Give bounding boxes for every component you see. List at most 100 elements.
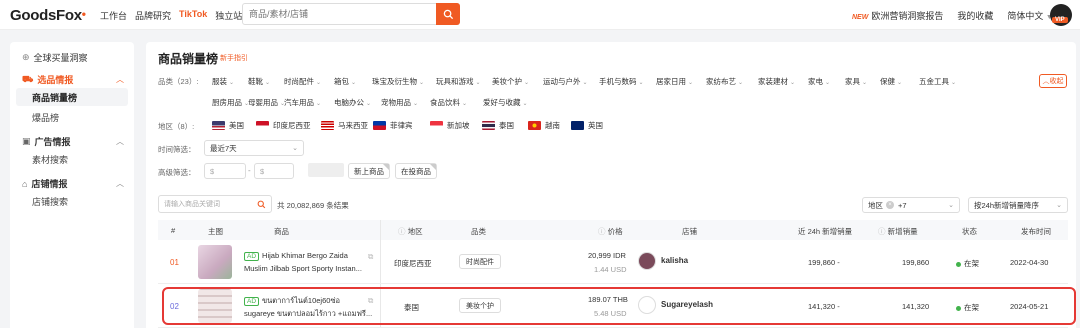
search-button[interactable]	[436, 3, 460, 25]
region-label: 地区（8）:	[158, 122, 195, 131]
sidebar-item-hot-products[interactable]: 爆品榜	[16, 108, 128, 126]
highlight-box	[162, 287, 1076, 325]
region-option[interactable]: 印度尼西亚	[256, 120, 311, 131]
chevron-down-icon: ⌄	[897, 80, 903, 86]
product-image[interactable]	[198, 245, 232, 279]
nav-independent-site[interactable]: 独立站	[215, 9, 242, 22]
category-option[interactable]: 食品饮料 ⌄	[430, 97, 467, 108]
sidebar-item-sales-rank[interactable]: 商品销量榜	[16, 88, 128, 106]
guide-link[interactable]: 新手指引	[220, 53, 248, 63]
chevron-down-icon: ⌄	[475, 80, 481, 86]
sort-select[interactable]: 按24h新增销量降序 ⌄	[968, 197, 1068, 213]
sidebar-section-ads[interactable]: ▣ 广告情报	[22, 135, 71, 148]
region-option[interactable]: 新加坡	[430, 120, 470, 131]
search-input[interactable]	[243, 4, 423, 24]
category-option[interactable]: 保健 ⌄	[880, 76, 902, 87]
advanced-label: 高级筛选：	[158, 168, 196, 177]
category-option[interactable]: 家具 ⌄	[845, 76, 867, 87]
category-option[interactable]: 玩具和游戏 ⌄	[436, 76, 481, 87]
sidebar-section-product[interactable]: ⛟ 选品情报	[22, 73, 73, 86]
sidebar: ⊕ 全球买量洞察 ⛟ 选品情报 ︿ 商品销量榜 爆品榜 ▣ 广告情报 ︿ 素材搜…	[10, 42, 134, 328]
nav-brand-research[interactable]: 品牌研究	[135, 9, 171, 22]
category-option[interactable]: 家装建材 ⌄	[758, 76, 795, 87]
region-option[interactable]: 泰国	[482, 120, 514, 131]
price-min-input[interactable]: $	[204, 163, 246, 179]
col-category: 品类	[471, 227, 486, 236]
category-option[interactable]: 电脑办公 ⌄	[334, 97, 371, 108]
report-link[interactable]: NEW 欧洲营销洞察报告	[852, 9, 943, 22]
category-option[interactable]: 家纺布艺 ⌄	[706, 76, 743, 87]
region-option[interactable]: 越南	[528, 120, 560, 131]
nav-tiktok[interactable]: TikTok	[179, 9, 207, 22]
sidebar-item-global-insight[interactable]: ⊕ 全球买量洞察	[22, 51, 88, 64]
category-option[interactable]: 居家日用 ⌄	[656, 76, 693, 87]
region-option[interactable]: 英国	[571, 120, 603, 131]
chevron-down-icon: ⌄	[948, 202, 954, 209]
chevron-down-icon: ⌄	[688, 80, 694, 86]
chevron-down-icon: ⌄	[790, 80, 796, 86]
category-option[interactable]: 珠宝及衍生物 ⌄	[372, 76, 424, 87]
product-title-line2[interactable]: Muslim Jilbab Sport Sporty Instan...	[244, 264, 362, 273]
category-option[interactable]: 厨房用品 ⌄	[212, 97, 249, 108]
category-option[interactable]: 服装 ⌄	[212, 76, 234, 87]
price-usd: 1.44 USD	[594, 265, 627, 274]
copy-icon[interactable]: ⧉	[368, 252, 373, 262]
category-option[interactable]: 箱包 ⌄	[334, 76, 356, 87]
region-filter-select[interactable]: 地区 × +7 ⌄	[862, 197, 960, 213]
category-option[interactable]: 运动与户外 ⌄	[543, 76, 588, 87]
category-option[interactable]: 鞋靴 ⌄	[248, 76, 270, 87]
right-nav: NEW欧洲营销洞察报告 我的收藏 简体中文 ▼	[852, 9, 1053, 22]
category-option[interactable]: 美妆个护 ⌄	[492, 76, 529, 87]
col-product: 商品	[274, 227, 289, 236]
chevron-up-icon[interactable]: ︿	[116, 178, 124, 189]
keyword-input[interactable]: 请输入商品关键词	[158, 195, 272, 213]
goodsfox-logo[interactable]: GoodsFox•	[10, 7, 86, 24]
time-select[interactable]: 最近7天 ⌄	[204, 140, 304, 156]
top-navbar: GoodsFox• 工作台 品牌研究 TikTok 独立站 NEW欧洲营销洞察报…	[0, 0, 1080, 30]
close-icon[interactable]: ×	[886, 201, 894, 209]
chip-new-products[interactable]: 新上商品	[348, 163, 390, 179]
category-option[interactable]: 五金工具 ⌄	[919, 76, 956, 87]
category-option[interactable]: 汽车用品 ⌄	[284, 97, 321, 108]
flag-icon	[212, 121, 225, 130]
category-option[interactable]: 时尚配件 ⌄	[284, 76, 321, 87]
col-region[interactable]: ⓘ 地区	[398, 226, 423, 237]
category-option[interactable]: 母婴用品 ⌄	[248, 97, 285, 108]
collapse-button[interactable]: ︿ 收起	[1039, 74, 1067, 88]
search-icon	[257, 200, 266, 209]
sidebar-item-creative-search[interactable]: 素材搜索	[16, 150, 128, 168]
col-status: 状态	[962, 227, 977, 236]
chevron-down-icon: ⌄	[582, 80, 588, 86]
sidebar-item-store-search[interactable]: 店铺搜索	[16, 192, 128, 210]
ad-icon: ▣	[22, 136, 31, 146]
price-max-input[interactable]: $	[254, 163, 294, 179]
sidebar-section-store[interactable]: ⌂ 店铺情报	[22, 177, 67, 190]
col-new-sales[interactable]: ⓘ 新增销量	[878, 226, 918, 237]
chevron-down-icon: ⌄	[351, 80, 357, 86]
category-option[interactable]: 手机与数码 ⌄	[599, 76, 644, 87]
flag-icon	[430, 121, 443, 130]
chevron-down-icon: ⌄	[366, 101, 372, 107]
category-option[interactable]: 宠物用品 ⌄	[381, 97, 418, 108]
table-row[interactable]: 01 AD Hijab Khimar Bergo Zaida Muslim Jil…	[158, 240, 1068, 284]
region-option[interactable]: 菲律宾	[373, 120, 413, 131]
col-24h-sales[interactable]: 近 24h 新增销量	[798, 226, 852, 237]
category-option[interactable]: 家电 ⌄	[808, 76, 830, 87]
category-label: 品类（23）:	[158, 77, 199, 86]
category-option[interactable]: 爱好与收藏 ⌄	[483, 97, 528, 108]
chevron-down-icon: ⌄	[825, 80, 831, 86]
favorites-link[interactable]: 我的收藏	[957, 9, 993, 22]
language-select[interactable]: 简体中文 ▼	[1007, 9, 1052, 22]
flag-icon	[528, 121, 541, 130]
product-title-line1[interactable]: AD Hijab Khimar Bergo Zaida	[244, 251, 348, 261]
col-price[interactable]: ⓘ 价格	[598, 226, 623, 237]
store-logo[interactable]	[638, 252, 656, 270]
store-name[interactable]: kalisha	[661, 256, 688, 265]
chevron-down-icon: ⌄	[1056, 202, 1062, 209]
chevron-up-icon[interactable]: ︿	[116, 74, 124, 85]
region-option[interactable]: 马来西亚	[321, 120, 368, 131]
nav-workbench[interactable]: 工作台	[100, 9, 127, 22]
chip-live-products[interactable]: 在投商品	[395, 163, 437, 179]
chevron-up-icon[interactable]: ︿	[116, 136, 124, 147]
region-option[interactable]: 美国	[212, 120, 244, 131]
